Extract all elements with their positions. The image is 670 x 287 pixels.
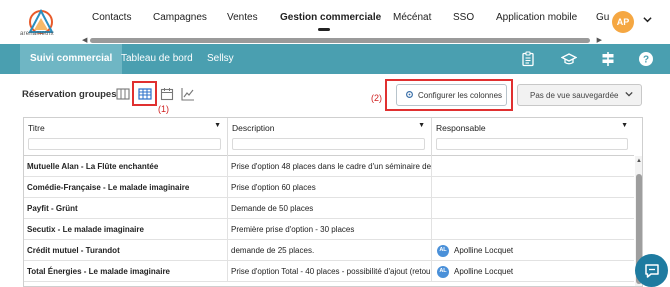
cell-responsable: AL Apolline Locquet	[432, 261, 634, 282]
table-header: Titre ▼ Description ▼ Responsable ▼	[24, 118, 634, 156]
table-row[interactable]: Mutuelle Alan - La Flûte enchantée Prise…	[24, 156, 634, 177]
column-label: Description	[232, 123, 275, 133]
scroll-left-icon[interactable]: ◀	[82, 36, 87, 44]
sub-nav: Suivi commercial Tableau de bord Sellsy …	[0, 44, 670, 74]
cell-titre: Payfit - Grünt	[24, 198, 228, 219]
configure-columns-button[interactable]: Configurer les colonnes	[396, 84, 507, 106]
annotation-label-2: (2)	[371, 93, 382, 103]
sort-triangle-icon[interactable]: ▼	[418, 122, 425, 129]
chat-button[interactable]	[635, 254, 668, 287]
chevron-down-icon	[625, 90, 633, 100]
nav-item-ventes[interactable]: Ventes	[227, 12, 258, 23]
table-row[interactable]: Payfit - Grünt Demande de 50 places	[24, 198, 634, 219]
user-avatar-small: AL	[437, 265, 449, 278]
nav-scrollbar[interactable]: ◀ ▶	[82, 36, 602, 44]
section-title: Réservation groupes	[22, 89, 117, 100]
clipboard-icon[interactable]	[520, 51, 536, 67]
cell-titre: Mutuelle Alan - La Flûte enchantée	[24, 156, 228, 177]
signpost-icon[interactable]	[600, 51, 616, 67]
cell-description: Prise d'option 48 places dans le cadre d…	[228, 156, 432, 177]
cell-responsable	[432, 177, 634, 198]
user-avatar-small: AL	[437, 244, 449, 257]
table-row[interactable]: Crédit mutuel - Turandot demande de 25 p…	[24, 240, 634, 261]
table-row[interactable]: Secutix - Le malade imaginaire Première …	[24, 219, 634, 240]
filter-input-responsable[interactable]	[436, 138, 628, 150]
tab-sellsy[interactable]: Sellsy	[197, 44, 244, 74]
split-view-icon[interactable]	[116, 87, 130, 101]
column-header-titre[interactable]: Titre ▼	[24, 118, 228, 156]
scroll-right-icon[interactable]: ▶	[597, 36, 602, 44]
nav-item-contacts[interactable]: Contacts	[92, 12, 131, 23]
sort-triangle-icon[interactable]: ▼	[214, 122, 221, 129]
column-label: Responsable	[436, 123, 486, 133]
table-row[interactable]: Total Énergies - Le malade imaginaire Pr…	[24, 261, 634, 282]
top-bar: arenametrix Contacts Campagnes Ventes Ge…	[0, 0, 670, 44]
cell-titre: Crédit mutuel - Turandot	[24, 240, 228, 261]
nav-item-application-mobile[interactable]: Application mobile	[496, 12, 577, 23]
calendar-view-icon[interactable]	[160, 87, 174, 101]
nav-item-gu[interactable]: Gu	[596, 12, 609, 23]
cell-titre: Comédie-Française - Le malade imaginaire	[24, 177, 228, 198]
tab-suivi-commercial[interactable]: Suivi commercial	[20, 44, 123, 74]
chevron-down-icon[interactable]	[643, 15, 652, 26]
nav-item-gestion-commerciale[interactable]: Gestion commerciale	[280, 12, 381, 23]
filter-input-titre[interactable]	[28, 138, 221, 150]
cell-description: Prise d'option Total - 40 places - possi…	[228, 261, 432, 282]
sort-triangle-icon[interactable]: ▼	[621, 122, 628, 129]
reservations-table: Titre ▼ Description ▼ Responsable ▼ Mutu…	[23, 117, 643, 287]
cell-responsable	[432, 156, 634, 177]
configure-columns-label: Configurer les colonnes	[418, 90, 503, 100]
cell-responsable	[432, 198, 634, 219]
annotation-label-1: (1)	[158, 104, 169, 114]
scroll-up-icon[interactable]: ▲	[636, 158, 642, 164]
svg-text:?: ?	[643, 55, 649, 66]
saved-view-value: Pas de vue sauvegardée	[530, 90, 619, 100]
saved-view-select[interactable]: Pas de vue sauvegardée	[517, 84, 642, 106]
nav-item-sso[interactable]: SSO	[453, 12, 474, 23]
nav-item-mecenat[interactable]: Mécénat	[393, 12, 431, 23]
logo-text: arenametrix	[20, 31, 54, 37]
cell-description: demande de 25 places.	[228, 240, 432, 261]
cell-titre: Secutix - Le malade imaginaire	[24, 219, 228, 240]
active-nav-indicator	[318, 28, 330, 31]
graduation-cap-icon[interactable]	[561, 51, 577, 67]
cell-description: Demande de 50 places	[228, 198, 432, 219]
filter-input-description[interactable]	[232, 138, 425, 150]
nav-scrollbar-thumb[interactable]	[90, 38, 590, 43]
nav-item-campagnes[interactable]: Campagnes	[153, 12, 207, 23]
cell-description: Prise d'option 60 places	[228, 177, 432, 198]
column-header-responsable[interactable]: Responsable ▼	[432, 118, 634, 156]
chat-bubble-icon	[644, 263, 659, 278]
gear-icon	[405, 90, 414, 101]
responsable-name: Apolline Locquet	[454, 267, 514, 276]
chart-view-icon[interactable]	[181, 87, 195, 101]
annotation-box-1	[132, 81, 157, 106]
cell-description: Première prise d'option - 30 places	[228, 219, 432, 240]
help-icon[interactable]: ?	[638, 51, 654, 67]
user-avatar[interactable]: AP	[612, 11, 634, 33]
responsable-name: Apolline Locquet	[454, 246, 514, 255]
table-row[interactable]: Comédie-Française - Le malade imaginaire…	[24, 177, 634, 198]
cell-titre: Total Énergies - Le malade imaginaire	[24, 261, 228, 282]
column-label: Titre	[28, 123, 45, 133]
tab-tableau-de-bord[interactable]: Tableau de bord	[111, 44, 203, 74]
column-header-description[interactable]: Description ▼	[228, 118, 432, 156]
cell-responsable: AL Apolline Locquet	[432, 240, 634, 261]
cell-responsable	[432, 219, 634, 240]
